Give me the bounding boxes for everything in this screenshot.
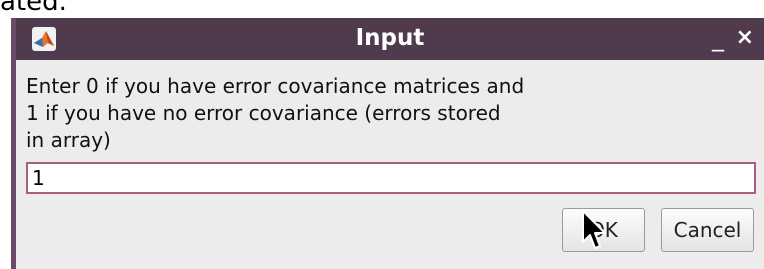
prompt-line: 1 if you have no error covariance (error… bbox=[26, 101, 501, 125]
prompt-line: in array) bbox=[26, 128, 111, 152]
ok-button[interactable]: OK bbox=[562, 208, 645, 252]
page: ated. Input _ × Enter 0 if you have erro… bbox=[0, 0, 764, 269]
minimize-icon[interactable]: _ bbox=[712, 24, 724, 52]
close-icon[interactable]: × bbox=[736, 24, 754, 52]
title-bar[interactable]: Input _ × bbox=[16, 18, 764, 60]
input-dialog: Input _ × Enter 0 if you have error cova… bbox=[11, 18, 764, 269]
dialog-title: Input bbox=[355, 25, 425, 51]
prompt-line: Enter 0 if you have error covariance mat… bbox=[26, 74, 525, 98]
cancel-button[interactable]: Cancel bbox=[661, 208, 754, 252]
background-text-fragment: ated. bbox=[0, 0, 67, 17]
value-input[interactable] bbox=[26, 162, 756, 194]
prompt-message: Enter 0 if you have error covariance mat… bbox=[26, 73, 686, 154]
